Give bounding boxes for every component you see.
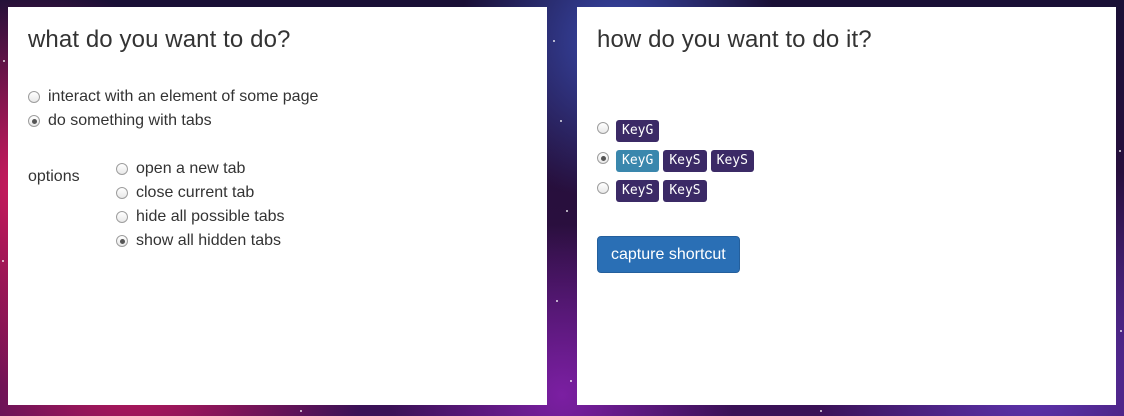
tab-option-label: open a new tab [136,160,246,177]
star-decoration [3,60,5,62]
key-badge: KeyS [710,150,754,172]
action-option-interact[interactable]: interact with an element of some page [28,87,318,107]
shortcut-panel-title: how do you want to do it? [597,26,872,53]
tab-option-label: close current tab [136,184,255,201]
shortcut-option[interactable]: KeyS KeyS [597,179,711,203]
tab-option-label: show all hidden tabs [136,232,281,249]
tab-option-close-current[interactable]: close current tab [116,183,254,203]
shortcut-panel: how do you want to do it? KeyG KeyG KeyS… [577,7,1116,405]
tab-option-open-new[interactable]: open a new tab [116,159,245,179]
key-badge: KeyS [663,150,707,172]
radio-button[interactable] [597,182,609,194]
star-decoration [566,210,568,212]
shortcut-option[interactable]: KeyG [597,119,663,143]
shortcut-option[interactable]: KeyG KeyS KeyS [597,149,758,173]
radio-button[interactable] [597,152,609,164]
radio-button[interactable] [116,235,128,247]
star-decoration [560,120,562,122]
action-option-label: do something with tabs [48,112,212,129]
star-decoration [1119,150,1121,152]
action-panel: what do you want to do? interact with an… [8,7,547,405]
tab-option-show-hidden[interactable]: show all hidden tabs [116,231,281,251]
radio-button[interactable] [116,163,128,175]
star-decoration [300,410,302,412]
tab-option-hide-all[interactable]: hide all possible tabs [116,207,285,227]
star-decoration [556,300,558,302]
star-decoration [820,410,822,412]
key-badge: KeyG [616,120,660,142]
key-badge: KeyS [663,180,707,202]
star-decoration [1120,330,1122,332]
radio-button[interactable] [597,122,609,134]
radio-button[interactable] [116,211,128,223]
key-badge: KeyS [616,180,660,202]
radio-button[interactable] [28,91,40,103]
action-option-tabs[interactable]: do something with tabs [28,111,212,131]
action-panel-title: what do you want to do? [28,26,291,53]
tab-option-label: hide all possible tabs [136,208,285,225]
star-decoration [2,260,4,262]
radio-button[interactable] [28,115,40,127]
radio-button[interactable] [116,187,128,199]
star-decoration [570,380,572,382]
key-badge-active: KeyG [616,150,660,172]
star-decoration [553,40,555,42]
capture-shortcut-button[interactable]: capture shortcut [597,236,740,273]
options-label: options [28,168,80,185]
action-option-label: interact with an element of some page [48,88,319,105]
